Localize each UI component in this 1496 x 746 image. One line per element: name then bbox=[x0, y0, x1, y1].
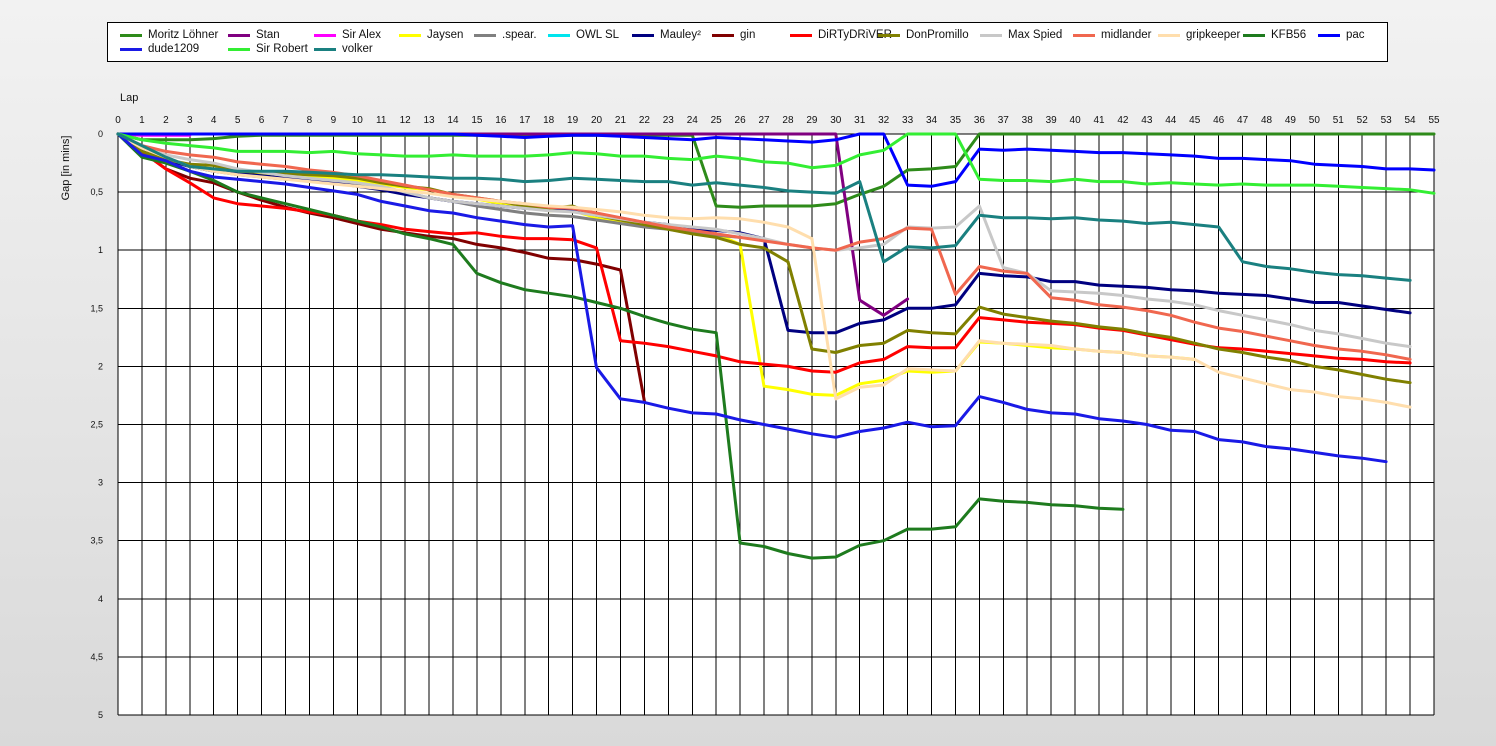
x-tick-label: 53 bbox=[1381, 115, 1393, 126]
x-tick-label: 1 bbox=[139, 115, 145, 126]
y-tick-label: 3,5 bbox=[90, 536, 103, 546]
x-tick-label: 26 bbox=[735, 115, 747, 126]
y-tick-label: 3 bbox=[98, 478, 103, 488]
x-tick-label: 49 bbox=[1285, 115, 1297, 126]
x-tick-label: 31 bbox=[854, 115, 866, 126]
x-tick-label: 13 bbox=[423, 115, 435, 126]
x-tick-label: 14 bbox=[447, 115, 459, 126]
y-tick-label: 1,5 bbox=[90, 303, 103, 313]
x-tick-label: 34 bbox=[926, 115, 938, 126]
x-tick-label: 39 bbox=[1046, 115, 1058, 126]
x-tick-label: 27 bbox=[758, 115, 770, 126]
x-tick-label: 15 bbox=[471, 115, 483, 126]
y-tick-label: 0 bbox=[98, 129, 103, 139]
x-tick-label: 11 bbox=[376, 115, 387, 126]
x-tick-label: 18 bbox=[543, 115, 555, 126]
x-tick-label: 12 bbox=[400, 115, 412, 126]
x-tick-label: 2 bbox=[163, 115, 169, 126]
x-tick-label: 50 bbox=[1309, 115, 1321, 126]
x-tick-label: 8 bbox=[307, 115, 313, 126]
x-tick-label: 42 bbox=[1117, 115, 1129, 126]
y-tick-label: 4,5 bbox=[90, 652, 103, 662]
x-tick-label: 23 bbox=[663, 115, 675, 126]
x-tick-label: 40 bbox=[1070, 115, 1082, 126]
y-axis-label: Gap [in mins] bbox=[60, 136, 72, 201]
x-tick-label: 45 bbox=[1189, 115, 1201, 126]
x-tick-label: 20 bbox=[591, 115, 603, 126]
x-tick-label: 7 bbox=[283, 115, 289, 126]
x-tick-label: 19 bbox=[567, 115, 579, 126]
x-tick-label: 28 bbox=[782, 115, 794, 126]
x-tick-label: 54 bbox=[1405, 115, 1417, 126]
x-tick-label: 47 bbox=[1237, 115, 1249, 126]
x-tick-label: 55 bbox=[1428, 115, 1440, 126]
line-chart: 0 1 2 3 4 5 6 7 8 9 10 11 12 13 14 15 16 17 18 19 20 21 22 23 24… bbox=[60, 92, 1440, 720]
x-tick-label: 9 bbox=[331, 115, 337, 126]
x-tick-label: 41 bbox=[1093, 115, 1105, 126]
x-tick-label: 4 bbox=[211, 115, 217, 126]
x-tick-label: 44 bbox=[1165, 115, 1177, 126]
x-tick-label: 3 bbox=[187, 115, 193, 126]
x-tick-label: 36 bbox=[974, 115, 986, 126]
x-tick-label: 30 bbox=[830, 115, 842, 126]
x-tick-label: 38 bbox=[1022, 115, 1034, 126]
x-tick-label: 10 bbox=[352, 115, 364, 126]
y-tick-label: 2,5 bbox=[90, 420, 103, 430]
x-tick-label: 24 bbox=[687, 115, 699, 126]
x-tick-label: 5 bbox=[235, 115, 241, 126]
x-tick-label: 37 bbox=[998, 115, 1010, 126]
x-tick-label: 6 bbox=[259, 115, 265, 126]
x-tick-label: 0 bbox=[115, 115, 121, 126]
y-tick-label: 5 bbox=[98, 710, 103, 720]
x-tick-label: 51 bbox=[1333, 115, 1345, 126]
x-tick-label: 46 bbox=[1213, 115, 1225, 126]
y-tick-label: 1 bbox=[98, 245, 103, 255]
y-tick-label: 2 bbox=[98, 361, 103, 371]
x-tick-label: 16 bbox=[495, 115, 507, 126]
x-tick-label: 52 bbox=[1357, 115, 1369, 126]
x-tick-label: 17 bbox=[519, 115, 531, 126]
x-tick-label: 25 bbox=[711, 115, 723, 126]
x-tick-label: 48 bbox=[1261, 115, 1273, 126]
grid-lines bbox=[117, 133, 1435, 716]
x-tick-label: 35 bbox=[950, 115, 962, 126]
x-tick-label: 22 bbox=[639, 115, 651, 126]
x-tick-label: 33 bbox=[902, 115, 914, 126]
y-tick-label: 4 bbox=[98, 594, 103, 604]
x-axis-label: Lap bbox=[120, 92, 138, 104]
y-tick-label: 0,5 bbox=[90, 187, 103, 197]
x-tick-label: 29 bbox=[806, 115, 818, 126]
x-tick-label: 21 bbox=[615, 115, 627, 126]
x-tick-label: 32 bbox=[878, 115, 890, 126]
x-tick-label: 43 bbox=[1141, 115, 1153, 126]
